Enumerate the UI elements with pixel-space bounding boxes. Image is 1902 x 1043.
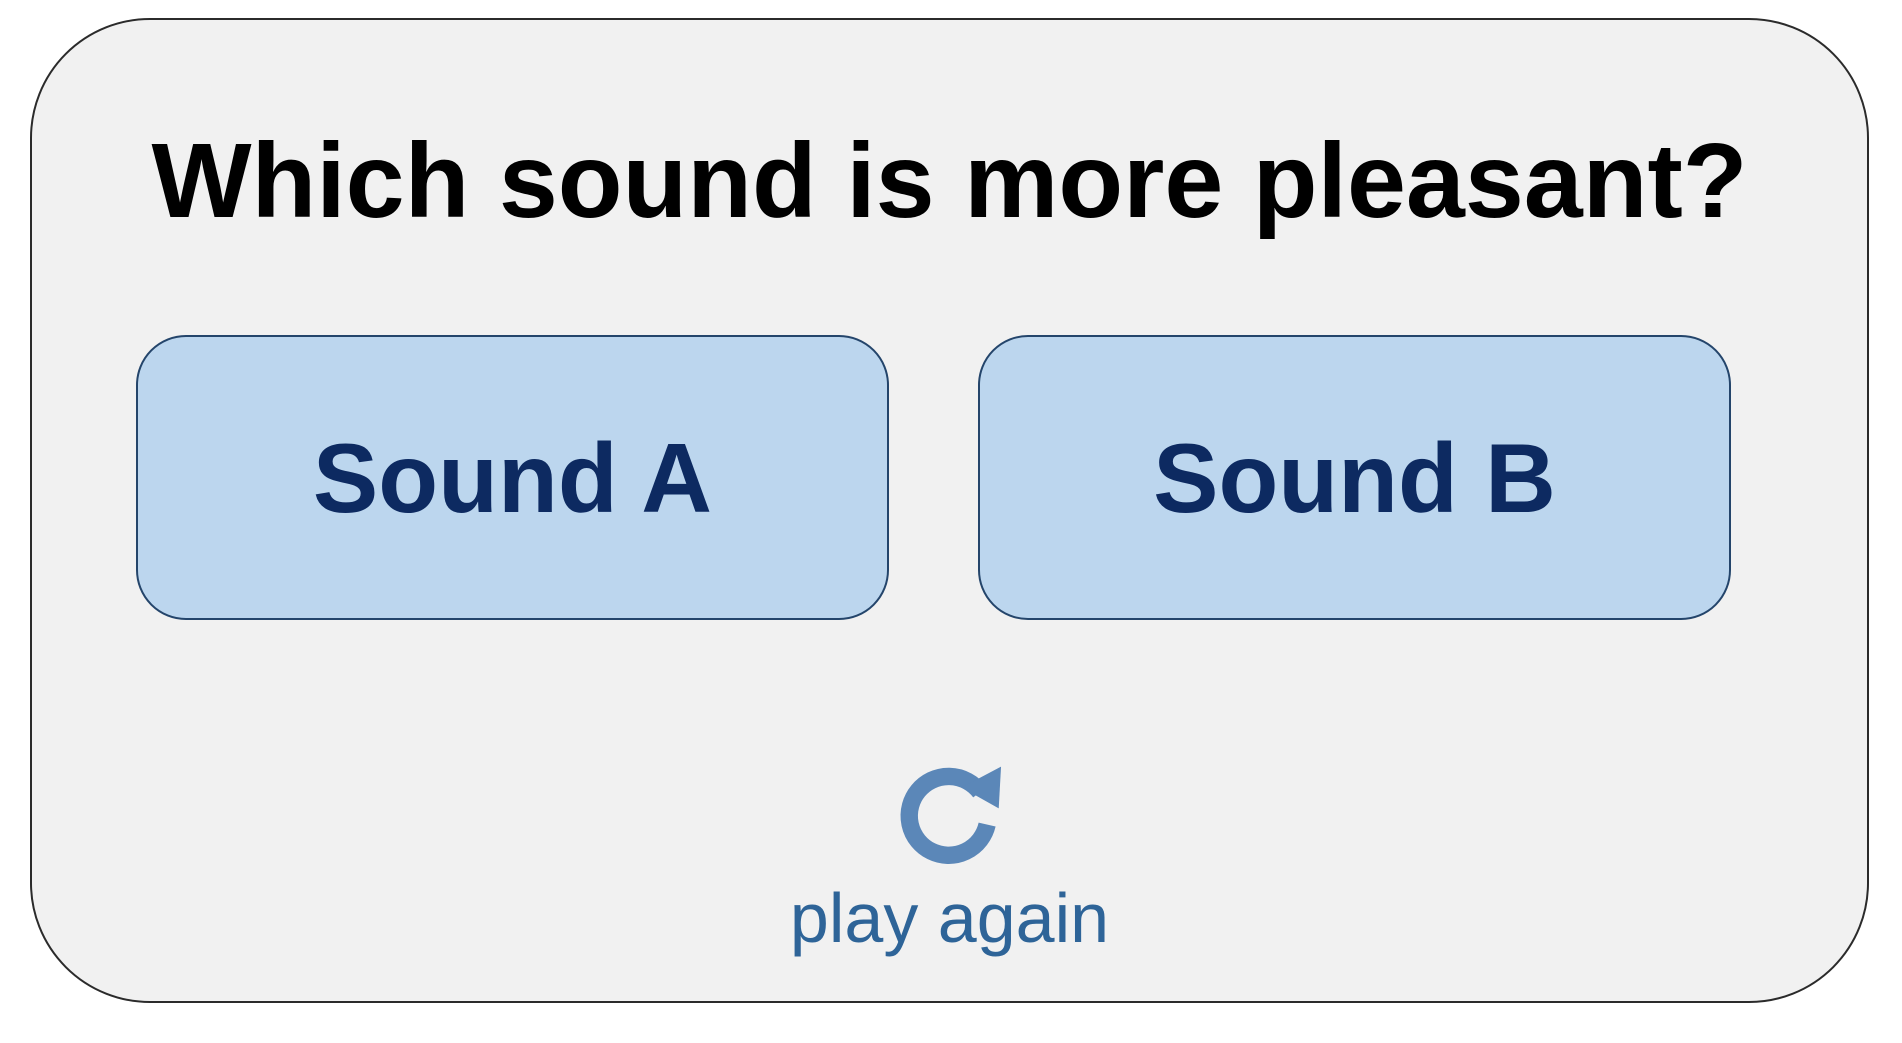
question-heading: Which sound is more pleasant? <box>151 122 1748 240</box>
survey-card: Which sound is more pleasant? Sound A So… <box>30 18 1869 1003</box>
sound-a-label: Sound A <box>312 422 713 533</box>
play-again-button[interactable]: play again <box>32 755 1867 953</box>
sound-b-label: Sound B <box>1153 422 1556 533</box>
refresh-icon[interactable] <box>892 755 1008 871</box>
sound-a-button[interactable]: Sound A <box>136 335 889 620</box>
play-again-label: play again <box>789 879 1110 957</box>
sound-b-button[interactable]: Sound B <box>978 335 1731 620</box>
